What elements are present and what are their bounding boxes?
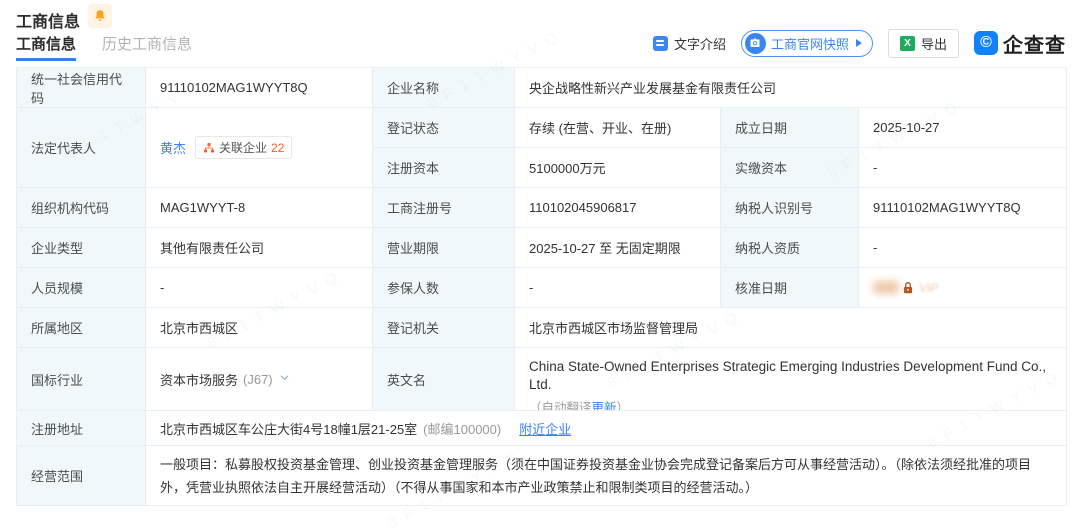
field-label: 英文名 <box>373 348 515 411</box>
field-label: 注册地址 <box>17 411 146 446</box>
reg-status-value: 存续 (在营、开业、在册) <box>515 108 721 148</box>
industry-code: (J67) <box>243 372 273 387</box>
chevron-down-icon[interactable] <box>279 372 290 386</box>
business-term-value: 2025-10-27 至 无固定期限 <box>515 228 721 268</box>
industry-value[interactable]: 资本市场服务 (J67) <box>146 348 373 411</box>
note-prefix: （自动翻译 <box>529 401 592 411</box>
translate-update-link[interactable]: 更新 <box>592 401 617 411</box>
export-button[interactable]: X 导出 <box>888 29 959 58</box>
field-label: 国标行业 <box>17 348 146 411</box>
lock-icon <box>901 281 915 295</box>
field-label: 核准日期 <box>721 268 859 308</box>
field-label: 组织机构代码 <box>17 188 146 228</box>
field-label: 成立日期 <box>721 108 859 148</box>
company-type-value: 其他有限责任公司 <box>146 228 373 268</box>
notification-bell-button[interactable] <box>88 4 112 28</box>
industry-name: 资本市场服务 <box>160 370 238 389</box>
org-chart-icon <box>203 142 215 154</box>
toolbar: 文字介绍 工商官网快照 X 导出 © 企查查 <box>653 28 1066 58</box>
note-suffix: ） <box>617 401 630 411</box>
field-label: 纳税人资质 <box>721 228 859 268</box>
credit-code-value: 91110102MAG1WYYT8Q <box>146 68 373 108</box>
tab-bar: 工商信息 历史工商信息 <box>16 33 192 61</box>
reg-authority-value: 北京市西城区市场监督管理局 <box>515 308 1067 348</box>
field-label: 所属地区 <box>17 308 146 348</box>
excel-icon: X <box>900 36 915 51</box>
nearby-companies-link[interactable]: 附近企业 <box>519 419 571 438</box>
legal-rep-cell: 黄杰 关联企业 22 <box>146 108 373 188</box>
reg-capital-value: 5100000万元 <box>515 148 721 188</box>
field-label: 统一社会信用代码 <box>17 68 146 108</box>
taxpayer-quality-value: - <box>859 228 1067 268</box>
official-snapshot-button[interactable]: 工商官网快照 <box>741 30 873 57</box>
reg-number-value: 110102045906817 <box>515 188 721 228</box>
qichacha-logo: © 企查查 <box>974 29 1066 58</box>
business-info-table: 统一社会信用代码 91110102MAG1WYYT8Q 企业名称 央企战略性新兴… <box>16 67 1066 506</box>
field-label: 法定代表人 <box>17 108 146 188</box>
address-value: 北京市西城区车公庄大街4号18幢1层21-25室 <box>160 419 417 438</box>
badge-label: 关联企业 <box>219 139 267 156</box>
paid-capital-value: - <box>859 148 1067 188</box>
field-label: 人员规模 <box>17 268 146 308</box>
field-label: 经营范围 <box>17 446 146 506</box>
qichacha-logo-icon: © <box>974 31 998 55</box>
address-cell: 北京市西城区车公庄大街4号18幢1层21-25室 (邮编100000) 附近企业 <box>146 411 1067 446</box>
field-label: 工商注册号 <box>373 188 515 228</box>
legal-rep-link[interactable]: 黄杰 <box>160 138 186 157</box>
region-value: 北京市西城区 <box>146 308 373 348</box>
business-info-panel: 8F1TWYVQ 8F1TWYVQ 8F1TWYVQ 8F1TWYVQ 8F1T… <box>0 0 1080 531</box>
related-companies-badge[interactable]: 关联企业 22 <box>195 136 292 159</box>
field-label: 营业期限 <box>373 228 515 268</box>
field-label: 登记状态 <box>373 108 515 148</box>
taxpayer-id-value: 91110102MAG1WYYT8Q <box>859 188 1067 228</box>
business-scope-value: 一般项目：私募股权投资基金管理、创业投资基金管理服务（须在中国证券投资基金业协会… <box>146 446 1067 506</box>
tab-history-business-info[interactable]: 历史工商信息 <box>102 33 192 61</box>
camera-icon <box>745 33 766 54</box>
auto-translate-note: （自动翻译更新） <box>529 397 1052 411</box>
play-arrow-icon <box>856 39 862 47</box>
field-label: 注册资本 <box>373 148 515 188</box>
english-name-value: China State-Owned Enterprises Strategic … <box>529 358 1052 394</box>
english-name-cell: China State-Owned Enterprises Strategic … <box>515 348 1067 411</box>
insured-count-value: - <box>515 268 721 308</box>
org-code-value: MAG1WYYT-8 <box>146 188 373 228</box>
section-title: 工商信息 <box>16 8 80 32</box>
field-label: 参保人数 <box>373 268 515 308</box>
qichacha-logo-text: 企查查 <box>1003 29 1066 58</box>
company-name-value: 央企战略性新兴产业发展基金有限责任公司 <box>515 68 1067 108</box>
approved-date-locked-value[interactable]: VIP <box>859 268 1067 308</box>
blurred-value <box>873 281 899 294</box>
text-lines-icon <box>653 36 668 51</box>
vip-locked-content: VIP <box>873 281 938 295</box>
badge-count: 22 <box>271 141 284 155</box>
bell-icon <box>93 9 107 23</box>
text-intro-label: 文字介绍 <box>674 34 726 53</box>
field-label: 企业名称 <box>373 68 515 108</box>
text-intro-button[interactable]: 文字介绍 <box>653 34 726 53</box>
field-label: 企业类型 <box>17 228 146 268</box>
field-label: 纳税人识别号 <box>721 188 859 228</box>
established-date-value: 2025-10-27 <box>859 108 1067 148</box>
staff-size-value: - <box>146 268 373 308</box>
snapshot-label: 工商官网快照 <box>771 34 849 53</box>
field-label: 登记机关 <box>373 308 515 348</box>
field-label: 实缴资本 <box>721 148 859 188</box>
tab-business-info[interactable]: 工商信息 <box>16 33 76 61</box>
vip-label: VIP <box>919 281 938 295</box>
postal-code: (邮编100000) <box>423 419 501 438</box>
export-label: 导出 <box>921 34 947 53</box>
